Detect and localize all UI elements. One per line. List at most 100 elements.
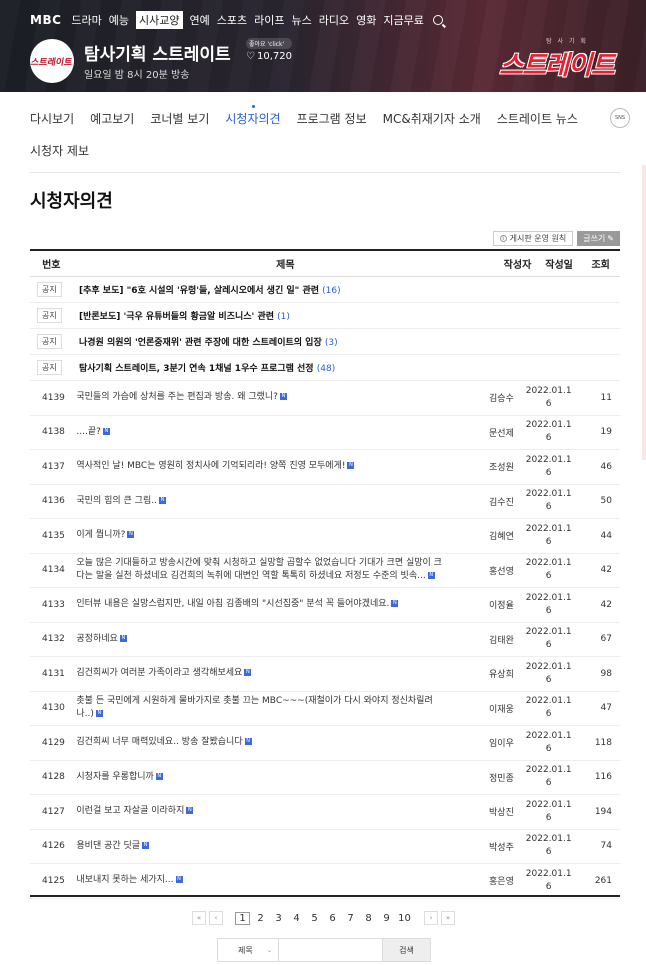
new-post-icon: N [279, 393, 287, 401]
subnav-item[interactable]: 스트레이트 뉴스 [497, 110, 578, 127]
page-number[interactable]: 3 [271, 913, 286, 924]
page-number[interactable]: 7 [343, 913, 358, 924]
table-row[interactable]: 4135 이게 뭡니까? N 김혜연 2022.01.1 6 44 [30, 519, 620, 554]
subnav-item[interactable]: 시청자의견 [225, 104, 281, 127]
page-number[interactable]: 6 [325, 913, 340, 924]
page-number[interactable]: 2 [253, 913, 268, 924]
post-date-line2: 6 [545, 881, 552, 892]
post-date: 2022.01.1 6 [526, 523, 572, 549]
subnav-item[interactable]: MC&취재기자 소개 [383, 110, 481, 127]
header-title: 제목 [276, 260, 295, 271]
page-number[interactable]: 9 [379, 913, 394, 924]
mbc-logo[interactable]: MBC [30, 13, 61, 27]
program-logo-text: 스트레이트 [30, 57, 74, 68]
post-title[interactable]: 오늘 많은 기대들하고 방송시간에 맞춰 시청하고 실망할 곱할수 없었습니다 … [71, 557, 443, 583]
notice-row[interactable]: 공지 [반론보도] '극우 유튜버들의 황금알 비즈니스' 관련 (1) [30, 303, 620, 329]
gnb-item[interactable]: 라디오 [319, 12, 349, 28]
gnb-item[interactable]: 영화 [356, 12, 376, 28]
page-number[interactable]: 8 [361, 913, 376, 924]
post-views: 74 [600, 841, 612, 852]
post-title[interactable]: 이게 뭡니까? N [71, 529, 443, 542]
post-title[interactable]: 김건희씨가 여러분 가족이라고 생각해보세요 N [71, 667, 443, 680]
post-title[interactable]: 시청자를 우롱합니까 N [71, 771, 443, 784]
last-page-button[interactable]: » [441, 911, 455, 925]
gnb-item[interactable]: 드라마 [71, 12, 101, 28]
post-title[interactable]: 국민들의 가슴에 상처를 주는 편집과 방송. 왜 그랬니? N [71, 391, 443, 404]
gnb-item[interactable]: 지금무료 [383, 12, 423, 28]
post-title[interactable]: 내보내지 못하는 세가지... N [71, 874, 443, 887]
notice-row[interactable]: 공지 [추후 보도] "6호 시설의 '유령'들, 살레시오에서 생긴 일" 관련… [30, 277, 620, 303]
post-number: 4129 [42, 737, 65, 748]
new-post-icon: N [95, 710, 103, 718]
subnav-item[interactable]: 코너별 보기 [150, 110, 209, 127]
notice-title[interactable]: 탐사기획 스트레이트, 3분기 연속 1채널 1우수 프로그램 선정 (48) [74, 361, 335, 374]
post-writer: 유상희 [489, 670, 514, 681]
gnb-item[interactable]: 라이프 [254, 12, 284, 28]
gnb-item[interactable]: 스포츠 [217, 12, 247, 28]
prev-page-button[interactable]: ‹ [209, 911, 223, 925]
post-date-line2: 6 [545, 433, 552, 444]
page-number[interactable]: 10 [397, 913, 412, 924]
table-row[interactable]: 4137 역사적인 날! MBC는 영원히 정치사에 기억되리라! 양쪽 진영 모… [30, 450, 620, 485]
gnb-item[interactable]: 연예 [190, 12, 210, 28]
post-title[interactable]: 인터뷰 내용은 실망스럽지만, 내일 아침 김종배의 "시선집중" 분석 꼭 들… [71, 598, 443, 611]
post-title[interactable]: ....끝? N [71, 426, 443, 439]
post-title[interactable]: 국민의 힘의 큰 그림.. N [71, 495, 443, 508]
notice-row[interactable]: 공지 탐사기획 스트레이트, 3분기 연속 1채널 1우수 프로그램 선정 (48… [30, 355, 620, 381]
table-row[interactable]: 4130 촛불 든 국민에게 시원하게 물바가지로 촛불 끄는 MBC~~~(재철… [30, 692, 620, 726]
table-row[interactable]: 4128 시청자를 우롱합니까 N 정민종 2022.01.1 6 116 [30, 761, 620, 795]
subnav-item[interactable]: 프로그램 정보 [297, 110, 367, 127]
post-title-text: 국민의 힘의 큰 그림.. [76, 495, 157, 506]
post-writer: 김승수 [489, 394, 514, 405]
first-page-button[interactable]: « [192, 911, 206, 925]
post-title[interactable]: 김건희씨 너무 매력있네요.. 방송 잘봤습니다 N [71, 736, 443, 749]
post-title[interactable]: 촛불 든 국민에게 시원하게 물바가지로 촛불 끄는 MBC~~~(재철이가 다… [71, 695, 443, 721]
sns-share-button[interactable]: SNS [610, 108, 630, 128]
search-field-value: 제목 [238, 945, 253, 955]
post-views: 47 [600, 703, 612, 714]
table-header: 번호 제목 작성자 작성일 조회 [30, 249, 620, 277]
program-title[interactable]: 탐사기획 스트레이트 [84, 40, 231, 65]
gnb-item[interactable]: 시사교양 [136, 11, 183, 29]
subnav-item[interactable]: 다시보기 [30, 110, 74, 127]
gnb-item[interactable]: 예능 [109, 12, 129, 28]
post-number: 4139 [42, 392, 65, 403]
table-row[interactable]: 4134 오늘 많은 기대들하고 방송시간에 맞춰 시청하고 실망할 곱할수 없었… [30, 554, 620, 588]
program-logo[interactable]: 스트레이트 [30, 39, 74, 83]
page-number[interactable]: 5 [307, 913, 322, 924]
table-row[interactable]: 4127 이런걸 보고 자살골 이라하지 N 박상진 2022.01.1 6 194 [30, 795, 620, 830]
table-row[interactable]: 4126 용비댄 공간 딧글 N 박성주 2022.01.1 6 74 [30, 830, 620, 864]
notice-title[interactable]: [추후 보도] "6호 시설의 '유령'들, 살레시오에서 생긴 일" 관련 (… [74, 283, 341, 296]
table-row[interactable]: 4129 김건희씨 너무 매력있네요.. 방송 잘봤습니다 N 임이우 2022.01.… [30, 726, 620, 761]
table-row[interactable]: 4131 김건희씨가 여러분 가족이라고 생각해보세요 N 유상희 2022.01.1 6… [30, 657, 620, 692]
post-title[interactable]: 역사적인 날! MBC는 영원히 정치사에 기억되리라! 양쪽 진영 모두에게!… [71, 460, 443, 473]
search-button[interactable]: 검색 [383, 938, 431, 962]
notice-title[interactable]: [반론보도] '극우 유튜버들의 황금알 비즈니스' 관련 (1) [74, 309, 290, 322]
post-date-line1: 2022.01.1 [525, 661, 572, 672]
board-rules-button[interactable]: i 게시판 운영 원칙 [492, 231, 574, 246]
table-row[interactable]: 4125 내보내지 못하는 세가지... N 홍은영 2022.01.1 6 261 [30, 864, 620, 899]
next-page-button[interactable]: › [424, 911, 438, 925]
table-row[interactable]: 4139 국민들의 가슴에 상처를 주는 편집과 방송. 왜 그랬니? N 김승수 20… [30, 381, 620, 416]
page-number[interactable]: 4 [289, 913, 304, 924]
table-row[interactable]: 4136 국민의 힘의 큰 그림.. N 김수진 2022.01.1 6 50 [30, 485, 620, 519]
notice-row[interactable]: 공지 나경원 의원의 '언론중재위' 관련 주장에 대한 스트레이트의 입장 (3… [30, 329, 620, 355]
search-icon[interactable] [432, 15, 443, 25]
gnb-item[interactable]: 뉴스 [292, 12, 312, 28]
table-row[interactable]: 4132 공정하네요 N 김태완 2022.01.1 6 67 [30, 623, 620, 657]
subnav-item-viewer-report[interactable]: 시청자 제보 [30, 142, 89, 159]
table-row[interactable]: 4138 ....끝? N 문선제 2022.01.1 6 19 [30, 416, 620, 450]
table-row[interactable]: 4133 인터뷰 내용은 실망스럽지만, 내일 아침 김종배의 "시선집중" 분석… [30, 588, 620, 623]
like-box[interactable]: 좋아요 'click' ♡ 10,720 [246, 38, 292, 62]
write-button[interactable]: 글쓰기 ✎ [577, 231, 620, 246]
post-number: 4127 [42, 806, 65, 817]
post-title[interactable]: 이런걸 보고 자살골 이라하지 N [71, 805, 443, 818]
page-number[interactable]: 1 [235, 911, 250, 925]
search-input[interactable] [279, 938, 383, 962]
notice-title[interactable]: 나경원 의원의 '언론중재위' 관련 주장에 대한 스트레이트의 입장 (3) [74, 335, 338, 348]
post-date-line2: 6 [545, 778, 552, 789]
subnav-item[interactable]: 예고보기 [90, 110, 134, 127]
post-title[interactable]: 공정하네요 N [71, 633, 443, 646]
post-title[interactable]: 용비댄 공간 딧글 N [71, 840, 443, 853]
search-field-select[interactable]: 제목 ⌄ [217, 938, 279, 962]
